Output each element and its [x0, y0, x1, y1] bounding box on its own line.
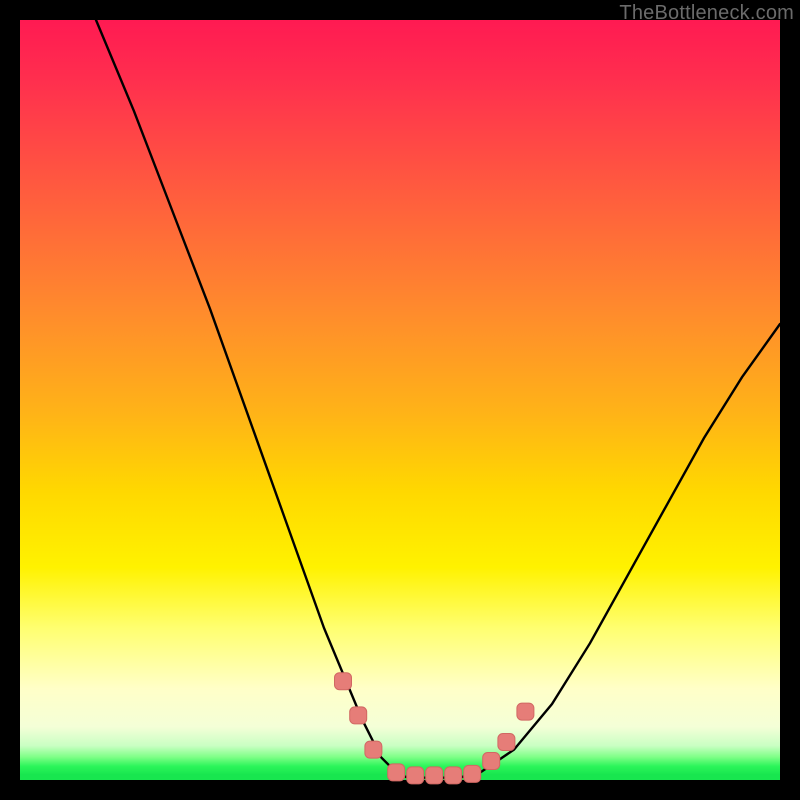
marker-group: [335, 673, 534, 784]
curve-marker: [335, 673, 352, 690]
curve-marker: [445, 767, 462, 784]
chart-svg: [20, 20, 780, 780]
curve-group: [96, 20, 780, 778]
curve-marker: [464, 765, 481, 782]
curve-marker: [407, 767, 424, 784]
curve-marker: [426, 767, 443, 784]
curve-marker: [498, 734, 515, 751]
curve-marker: [350, 707, 367, 724]
curve-marker: [483, 753, 500, 770]
curve-marker: [388, 764, 405, 781]
curve-marker: [517, 703, 534, 720]
bottleneck-curve: [96, 20, 780, 778]
curve-marker: [365, 741, 382, 758]
